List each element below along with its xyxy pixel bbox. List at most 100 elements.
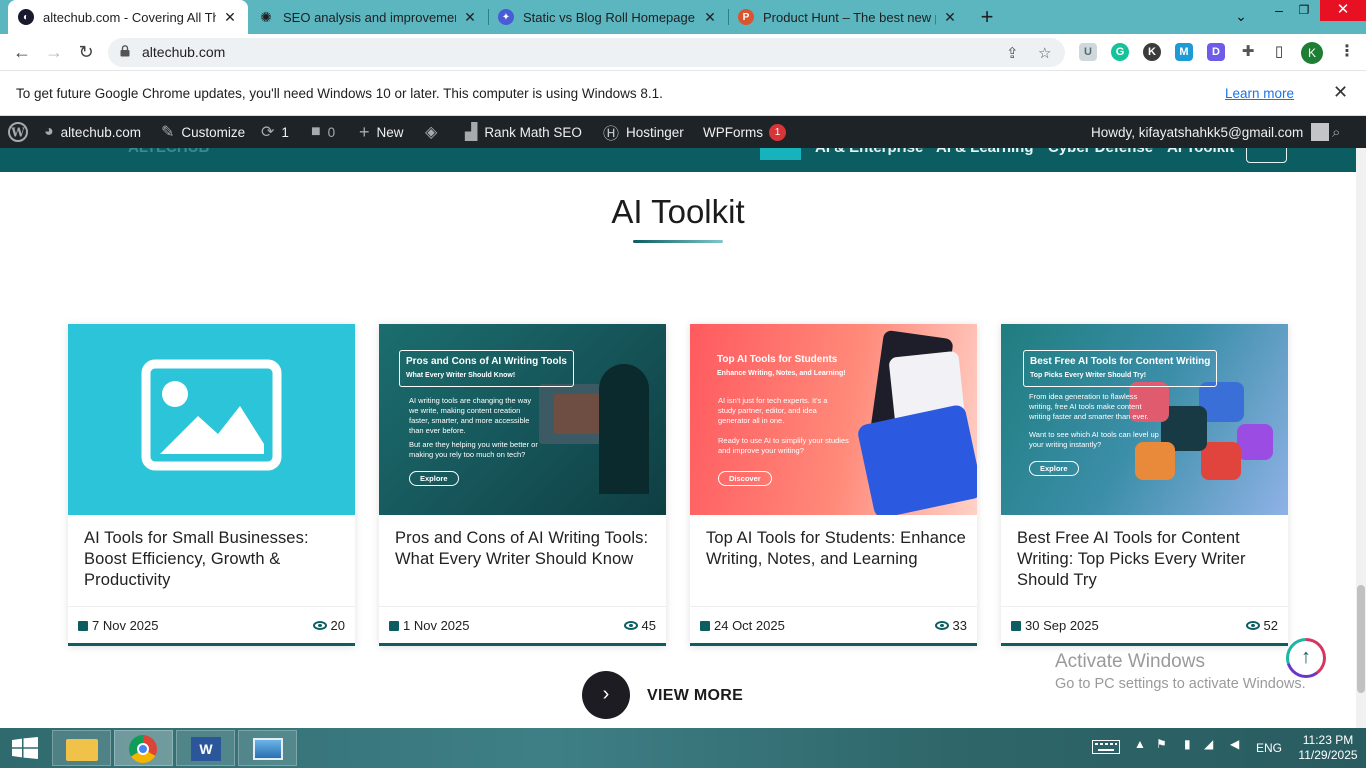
admin-updates-link[interactable]: ⟳ 1 xyxy=(261,116,289,148)
bookmark-star-icon[interactable]: ☆ xyxy=(1038,44,1051,62)
photos-taskbar-icon[interactable] xyxy=(238,730,297,766)
admin-comments-link[interactable]: ■ 0 xyxy=(311,116,335,148)
admin-search-icon[interactable]: ⌕ xyxy=(1332,116,1347,148)
grammarly-extension-icon[interactable]: G xyxy=(1111,43,1129,61)
admin-rankmath-link[interactable]: ▟ Rank Math SEO xyxy=(465,116,582,148)
extension-k-icon[interactable]: K xyxy=(1143,43,1161,61)
tab-seo-analysis[interactable]: ✺ SEO analysis and improvements ✕ xyxy=(248,0,488,34)
eye-icon xyxy=(312,621,327,630)
tab-static-vs-blog[interactable]: ✦ Static vs Blog Roll Homepage SEO ✕ xyxy=(488,0,728,34)
wp-admin-bar: W ◕ altechub.com ✎ Customize ⟳ 1 ■ 0 + N… xyxy=(0,116,1366,148)
infobar-message: To get future Google Chrome updates, you… xyxy=(16,86,663,101)
close-tab-icon[interactable]: ✕ xyxy=(222,9,238,26)
tab-title: Static vs Blog Roll Homepage SEO xyxy=(523,9,696,25)
admin-site-link[interactable]: ◕ altechub.com xyxy=(44,116,141,148)
thumb-body: AI isn't just for tech experts. It's a s… xyxy=(718,396,828,425)
profile-avatar[interactable]: K xyxy=(1301,42,1323,64)
user-avatar-icon xyxy=(1311,123,1330,141)
learn-more-link[interactable]: Learn more xyxy=(1225,86,1294,101)
post-thumbnail[interactable]: Best Free AI Tools for Content Writing T… xyxy=(1001,324,1288,515)
extension-u-icon[interactable]: U xyxy=(1079,43,1097,61)
side-panel-icon[interactable]: ▯ xyxy=(1270,43,1288,61)
close-tab-icon[interactable]: ✕ xyxy=(462,9,478,26)
chrome-taskbar-icon[interactable] xyxy=(114,730,173,766)
post-views: 33 xyxy=(934,618,967,633)
tab-search-chevron-icon[interactable]: ⌄ xyxy=(1230,6,1252,32)
window-close-button[interactable]: ✕ xyxy=(1320,0,1366,21)
post-thumbnail[interactable]: Pros and Cons of AI Writing Tools What E… xyxy=(379,324,666,515)
post-title[interactable]: Best Free AI Tools for Content Writing: … xyxy=(1017,528,1277,591)
extensions-puzzle-icon[interactable]: ✚ xyxy=(1239,43,1257,61)
admin-wpforms-link[interactable]: WPForms 1 xyxy=(703,116,786,148)
post-card[interactable]: Best Free AI Tools for Content Writing T… xyxy=(1001,324,1288,646)
keyboard-icon[interactable] xyxy=(1092,740,1120,757)
activate-windows-title: Activate Windows xyxy=(1055,651,1205,672)
close-tab-icon[interactable]: ✕ xyxy=(702,9,718,26)
windows-start-icon[interactable] xyxy=(12,737,38,764)
arrow-up-icon: ↑ xyxy=(1289,641,1323,675)
admin-rankmath-label: Rank Math SEO xyxy=(484,124,582,140)
post-thumbnail[interactable] xyxy=(68,324,355,515)
file-explorer-taskbar-icon[interactable] xyxy=(52,730,111,766)
admin-account-menu[interactable]: Howdy, kifayatshahkk5@gmail.com xyxy=(1091,116,1330,148)
post-title[interactable]: Pros and Cons of AI Writing Tools: What … xyxy=(395,528,655,570)
post-card[interactable]: AI Tools for Small Businesses: Boost Eff… xyxy=(68,324,355,646)
chrome-menu-icon[interactable]: ⋮ xyxy=(1338,43,1356,61)
close-tab-icon[interactable]: ✕ xyxy=(942,9,958,26)
new-tab-button[interactable]: + xyxy=(976,4,998,30)
forward-arrow-icon[interactable]: → xyxy=(42,40,66,64)
post-thumbnail[interactable]: Top AI Tools for Students Enhance Writin… xyxy=(690,324,977,515)
nav-ai-learning[interactable]: AI & Learning xyxy=(936,148,1034,156)
action-center-flag-icon[interactable]: ⚑ xyxy=(1156,737,1167,751)
post-title[interactable]: Top AI Tools for Students: Enhance Writi… xyxy=(706,528,966,570)
nav-ai-enterprise[interactable]: AI & Enterprise xyxy=(815,148,923,156)
thumb-heading: Pros and Cons of AI Writing Tools xyxy=(406,356,567,367)
image-placeholder-icon xyxy=(141,359,282,471)
thumb-body: From idea generation to flawless writing… xyxy=(1029,392,1149,421)
admin-new-link[interactable]: + New xyxy=(359,116,404,148)
lock-icon xyxy=(120,45,130,57)
diamond-plugin-icon[interactable]: ◈ xyxy=(425,116,444,148)
minimize-button[interactable]: ‒ xyxy=(1266,0,1292,26)
header-search-button[interactable] xyxy=(1246,148,1287,163)
tab-altechub[interactable]: ◐ altechub.com - Covering All Thin ✕ xyxy=(8,0,248,34)
nav-ai-toolkit[interactable]: AI Toolkit xyxy=(1167,148,1234,156)
battery-icon[interactable]: ▮ xyxy=(1184,737,1191,751)
url-text: altechub.com xyxy=(142,44,226,60)
volume-icon[interactable]: ◀ xyxy=(1230,737,1239,751)
comments-count: 0 xyxy=(327,124,336,140)
admin-hostinger-link[interactable]: Ⓗ Hostinger xyxy=(603,116,684,148)
network-signal-icon[interactable]: ◢ xyxy=(1204,737,1213,751)
reload-icon[interactable]: ↻ xyxy=(74,40,98,64)
svg-text:W: W xyxy=(10,126,25,140)
extension-d-icon[interactable]: D xyxy=(1207,43,1225,61)
share-icon[interactable]: ⇪ xyxy=(1006,44,1019,62)
language-indicator[interactable]: ENG xyxy=(1256,741,1282,755)
word-taskbar-icon[interactable]: W xyxy=(176,730,235,766)
home-icon[interactable] xyxy=(760,148,801,160)
close-infobar-icon[interactable]: ✕ xyxy=(1333,82,1348,103)
tab-title: SEO analysis and improvements xyxy=(283,9,456,25)
scrollbar-thumb[interactable] xyxy=(1357,585,1365,693)
maximize-button[interactable]: ❐ xyxy=(1292,0,1316,26)
admin-customize-link[interactable]: ✎ Customize xyxy=(161,116,245,148)
taskbar-clock[interactable]: 11:23 PM 11/29/2025 xyxy=(1294,733,1362,763)
extension-m-icon[interactable]: M xyxy=(1175,43,1193,61)
post-title[interactable]: AI Tools for Small Businesses: Boost Eff… xyxy=(84,528,344,591)
site-logo[interactable]: ALTECHUB xyxy=(128,148,209,156)
view-more-link[interactable]: VIEW MORE xyxy=(647,687,743,705)
back-arrow-icon[interactable]: ← xyxy=(10,40,34,64)
post-card[interactable]: Top AI Tools for Students Enhance Writin… xyxy=(690,324,977,646)
wordpress-logo-icon[interactable]: W xyxy=(8,116,28,148)
admin-customize-label: Customize xyxy=(181,124,246,140)
post-views-text: 45 xyxy=(641,618,656,633)
nav-cyber-defense[interactable]: Cyber Defense xyxy=(1048,148,1153,156)
back-to-top-button[interactable]: ↑ xyxy=(1286,638,1326,678)
openai-favicon-icon: ✺ xyxy=(260,8,272,25)
address-bar[interactable]: altechub.com ⇪ ☆ xyxy=(108,38,1065,67)
show-hidden-icons-chevron-icon[interactable]: ▲ xyxy=(1134,737,1146,751)
tab-product-hunt[interactable]: P Product Hunt – The best new pro ✕ xyxy=(728,0,968,34)
post-card[interactable]: Pros and Cons of AI Writing Tools What E… xyxy=(379,324,666,646)
view-more-arrow-button[interactable]: › xyxy=(582,671,630,719)
post-views-text: 20 xyxy=(330,618,345,633)
